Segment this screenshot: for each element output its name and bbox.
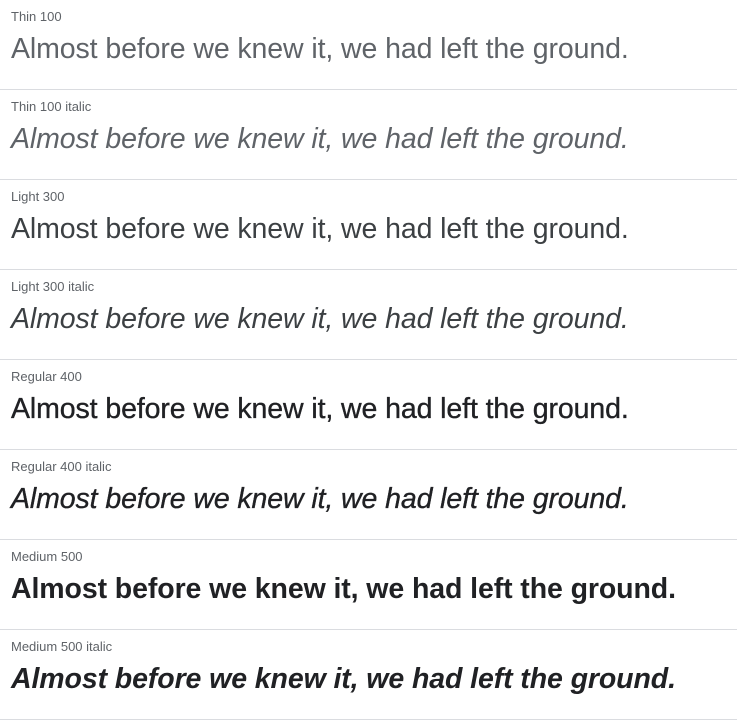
specimen-row-regular-400-italic: Regular 400 italic Almost before we knew… bbox=[0, 450, 737, 540]
sample-text: Almost before we knew it, we had left th… bbox=[11, 213, 629, 245]
specimen-row-thin-100-italic: Thin 100 italic Almost before we knew it… bbox=[0, 90, 737, 180]
style-label: Medium 500 italic bbox=[11, 639, 113, 654]
sample-text: Almost before we knew it, we had left th… bbox=[11, 393, 629, 425]
specimen-row-thin-100: Thin 100 Almost before we knew it, we ha… bbox=[0, 0, 737, 90]
style-label: Medium 500 bbox=[11, 549, 83, 564]
specimen-row-light-300: Light 300 Almost before we knew it, we h… bbox=[0, 180, 737, 270]
sample-text: Almost before we knew it, we had left th… bbox=[11, 483, 629, 515]
specimen-row-regular-400: Regular 400 Almost before we knew it, we… bbox=[0, 360, 737, 450]
style-label: Regular 400 bbox=[11, 369, 82, 384]
sample-text: Almost before we knew it, we had left th… bbox=[11, 663, 676, 695]
specimen-row-medium-500-italic: Medium 500 italic Almost before we knew … bbox=[0, 630, 737, 720]
style-label: Thin 100 bbox=[11, 9, 62, 24]
style-label: Light 300 italic bbox=[11, 279, 95, 294]
specimen-row-light-300-italic: Light 300 italic Almost before we knew i… bbox=[0, 270, 737, 360]
sample-text: Almost before we knew it, we had left th… bbox=[11, 123, 629, 155]
sample-text: Almost before we knew it, we had left th… bbox=[11, 33, 629, 65]
style-label: Thin 100 italic bbox=[11, 99, 92, 114]
font-specimen-list: Thin 100 Almost before we knew it, we ha… bbox=[0, 0, 737, 720]
sample-text: Almost before we knew it, we had left th… bbox=[11, 573, 676, 605]
sample-text: Almost before we knew it, we had left th… bbox=[11, 303, 629, 335]
style-label: Light 300 bbox=[11, 189, 65, 204]
style-label: Regular 400 italic bbox=[11, 459, 112, 474]
specimen-row-medium-500: Medium 500 Almost before we knew it, we … bbox=[0, 540, 737, 630]
